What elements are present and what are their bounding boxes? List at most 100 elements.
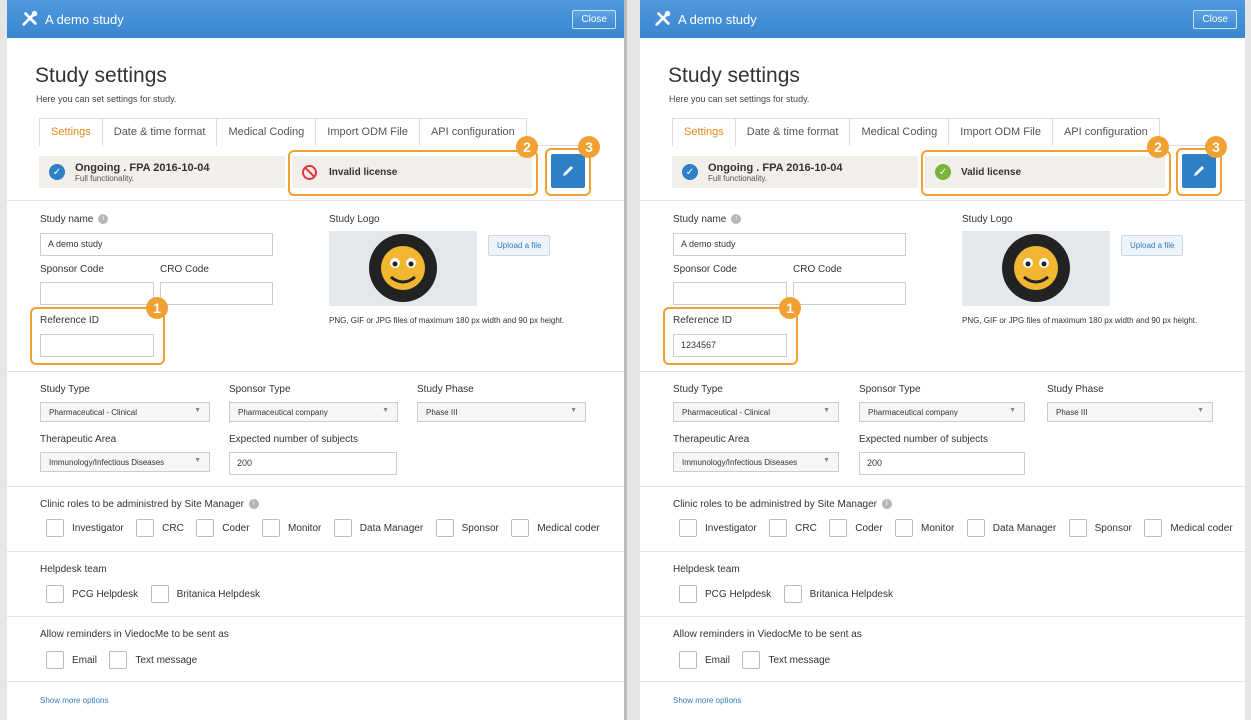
role-monitor[interactable]: Monitor — [261, 519, 321, 537]
close-button[interactable]: Close — [1193, 9, 1237, 29]
upload-file-button[interactable]: Upload a file — [488, 235, 551, 256]
study-type-value: Pharmaceutical - Clinical — [49, 408, 138, 417]
checkbox[interactable] — [966, 519, 985, 537]
sponsor-type-label: Sponsor Type — [229, 384, 291, 395]
therapeutic-area-select[interactable]: Immunology/Infectious Diseases ▼ — [673, 452, 839, 472]
logo-note: PNG, GIF or JPG files of maximum 180 px … — [962, 316, 1198, 325]
cro-code-input[interactable] — [160, 282, 273, 305]
helpdesk-britanica[interactable]: Britanica Helpdesk — [150, 585, 260, 603]
chevron-down-icon: ▼ — [382, 407, 389, 414]
tab-settings[interactable]: Settings — [672, 118, 736, 147]
tab-date-time-format[interactable]: Date & time format — [734, 118, 851, 146]
reminders-label: Allow reminders in ViedocMe to be sent a… — [673, 629, 862, 640]
checkbox[interactable] — [783, 585, 802, 603]
study-phase-select[interactable]: Phase III ▼ — [417, 402, 586, 422]
badge-2: 2 — [1147, 136, 1169, 158]
role-medical-coder[interactable]: Medical coder — [1144, 519, 1233, 537]
study-type-section: Study Type Pharmaceutical - Clinical ▼ Sp… — [30, 372, 600, 486]
tab-settings[interactable]: Settings — [39, 118, 103, 147]
tab-medical-coding[interactable]: Medical Coding — [849, 118, 950, 146]
study-settings-panel-valid: A demo study Close Study settings Here y… — [640, 0, 1245, 720]
reminder-email[interactable]: Email — [46, 651, 97, 669]
checkbox[interactable] — [679, 519, 697, 537]
checkbox[interactable] — [136, 519, 155, 537]
role-crc[interactable]: CRC — [136, 519, 184, 537]
checkbox[interactable] — [679, 651, 697, 669]
role-monitor[interactable]: Monitor — [894, 519, 954, 537]
sponsor-code-input[interactable] — [40, 282, 154, 305]
checkbox[interactable] — [894, 519, 913, 537]
checkbox[interactable] — [109, 651, 128, 669]
study-status-sub: Full functionality. — [708, 173, 767, 183]
reminder-text-message[interactable]: Text message — [742, 651, 830, 669]
study-type-select[interactable]: Pharmaceutical - Clinical ▼ — [673, 402, 839, 422]
sponsor-code-label: Sponsor Code — [40, 264, 104, 275]
clinic-roles-label: Clinic roles to be administred by Site M… — [40, 499, 244, 510]
checkbox[interactable] — [511, 519, 530, 537]
sponsor-code-input[interactable] — [673, 282, 787, 305]
study-type-select[interactable]: Pharmaceutical - Clinical ▼ — [40, 402, 210, 422]
tab-import-odm-file[interactable]: Import ODM File — [948, 118, 1053, 146]
badge-2: 2 — [516, 136, 538, 158]
role-data-manager[interactable]: Data Manager — [966, 519, 1056, 537]
helpdesk-list: PCG Helpdesk Britanica Helpdesk — [679, 585, 901, 608]
role-sponsor[interactable]: Sponsor — [1068, 519, 1132, 537]
checkbox[interactable] — [1144, 519, 1163, 537]
expected-subjects-input[interactable]: 200 — [229, 452, 397, 475]
study-phase-select[interactable]: Phase III ▼ — [1047, 402, 1213, 422]
helpdesk-britanica[interactable]: Britanica Helpdesk — [783, 585, 893, 603]
sponsor-type-select[interactable]: Pharmaceutical company ▼ — [859, 402, 1025, 422]
checkbox[interactable] — [196, 519, 215, 537]
checkbox[interactable] — [46, 651, 64, 669]
checkbox[interactable] — [435, 519, 454, 537]
checkbox[interactable] — [150, 585, 169, 603]
helpdesk-section: Helpdesk team PCG Helpdesk Britanica Hel… — [30, 552, 600, 616]
cro-code-input[interactable] — [793, 282, 906, 305]
close-button[interactable]: Close — [572, 9, 616, 29]
role-investigator[interactable]: Investigator — [46, 519, 124, 537]
checkbox[interactable] — [829, 519, 848, 537]
checkbox[interactable] — [333, 519, 352, 537]
checkbox[interactable] — [261, 519, 280, 537]
checkbox[interactable] — [1068, 519, 1087, 537]
helpdesk-pcg[interactable]: PCG Helpdesk — [679, 585, 771, 603]
window-titlebar: A demo study Close — [7, 0, 624, 38]
tab-medical-coding[interactable]: Medical Coding — [216, 118, 317, 146]
study-name-input[interactable]: A demo study — [40, 233, 273, 256]
page-subtitle: Here you can set settings for study. — [669, 94, 810, 104]
helpdesk-pcg[interactable]: PCG Helpdesk — [46, 585, 138, 603]
tab-api-configuration[interactable]: API configuration — [1051, 118, 1160, 146]
show-more-options-link[interactable]: Show more options — [673, 696, 741, 705]
tab-api-configuration[interactable]: API configuration — [418, 118, 527, 146]
checkbox[interactable] — [46, 519, 64, 537]
role-data-manager[interactable]: Data Manager — [333, 519, 423, 537]
study-name-input[interactable]: A demo study — [673, 233, 906, 256]
tab-date-time-format[interactable]: Date & time format — [101, 118, 218, 146]
checkbox[interactable] — [679, 585, 697, 603]
role-coder[interactable]: Coder — [196, 519, 250, 537]
role-crc[interactable]: CRC — [769, 519, 817, 537]
chevron-down-icon: ▼ — [1197, 407, 1204, 414]
reminder-text-message[interactable]: Text message — [109, 651, 197, 669]
reminder-email[interactable]: Email — [679, 651, 730, 669]
checkbox[interactable] — [742, 651, 761, 669]
sponsor-type-select[interactable]: Pharmaceutical company ▼ — [229, 402, 398, 422]
upload-file-button[interactable]: Upload a file — [1121, 235, 1184, 256]
role-coder[interactable]: Coder — [829, 519, 883, 537]
show-more-options-link[interactable]: Show more options — [40, 696, 108, 705]
expected-subjects-input[interactable]: 200 — [859, 452, 1025, 475]
role-investigator[interactable]: Investigator — [679, 519, 757, 537]
chevron-down-icon: ▼ — [194, 457, 201, 464]
role-medical-coder[interactable]: Medical coder — [511, 519, 600, 537]
cro-code-label: CRO Code — [793, 264, 842, 275]
role-sponsor[interactable]: Sponsor — [435, 519, 499, 537]
tab-import-odm-file[interactable]: Import ODM File — [315, 118, 420, 146]
helpdesk-label-item: PCG Helpdesk — [72, 588, 139, 600]
study-phase-value: Phase III — [426, 408, 458, 417]
study-status-box: ✓ Ongoing . FPA 2016-10-04 Full function… — [39, 156, 285, 188]
checkbox[interactable] — [769, 519, 788, 537]
checkbox[interactable] — [46, 585, 64, 603]
expected-subjects-label: Expected number of subjects — [229, 434, 358, 445]
therapeutic-area-select[interactable]: Immunology/Infectious Diseases ▼ — [40, 452, 210, 472]
role-label: Sponsor — [1094, 522, 1132, 534]
